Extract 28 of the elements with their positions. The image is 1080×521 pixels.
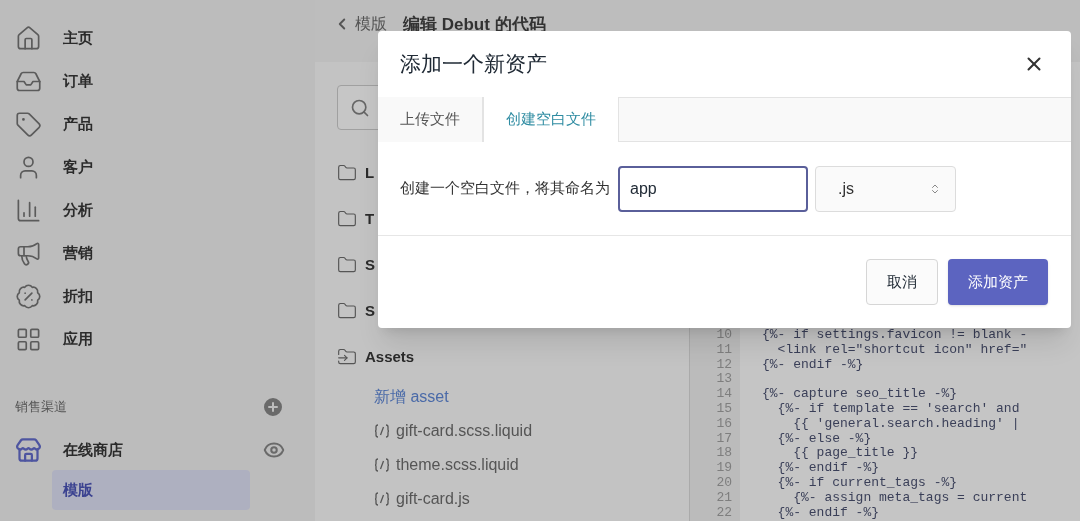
code-line: {%- assign meta_tags = current [792, 489, 1028, 505]
line-number: 10 [715, 328, 732, 343]
line-number: 12 [715, 357, 732, 373]
code-line: {%- if template == 'search' and [776, 401, 1020, 416]
code-line: {%- if current_tags -%} [776, 474, 958, 490]
line-number: 18 [715, 446, 732, 462]
line-number: 15 [715, 402, 732, 417]
code-line: {{ 'general.search.heading' | [792, 415, 1020, 431]
field-label: 创建一个空白文件，将其命名为 [400, 178, 610, 199]
section-title: 销售渠道 [15, 398, 67, 417]
line-number: 16 [715, 416, 732, 432]
code-line: <link rel="shortcut icon" href=" [776, 341, 1028, 357]
line-number: 19 [715, 461, 732, 476]
code-line: {%- else -%} [776, 430, 872, 446]
line-number: 17 [715, 431, 732, 447]
code-line: {%- endif -%} [762, 356, 864, 372]
line-number: 22 [715, 505, 732, 521]
code-line: {%- endif -%} [776, 460, 880, 476]
code-line: {{ page_title }} [792, 445, 919, 461]
line-number: 14 [715, 387, 732, 402]
code-line: {%- endif -%} [776, 504, 880, 520]
line-number: 13 [715, 372, 732, 388]
line-number: 20 [715, 475, 732, 491]
code-line: {%- if settings.favicon != blank - [762, 327, 1028, 342]
modal-title: 添加一个新资产 [400, 51, 547, 78]
code-line: {%- capture seo_title -%} [762, 386, 958, 402]
line-number: 11 [715, 342, 732, 358]
line-number: 21 [715, 490, 732, 506]
